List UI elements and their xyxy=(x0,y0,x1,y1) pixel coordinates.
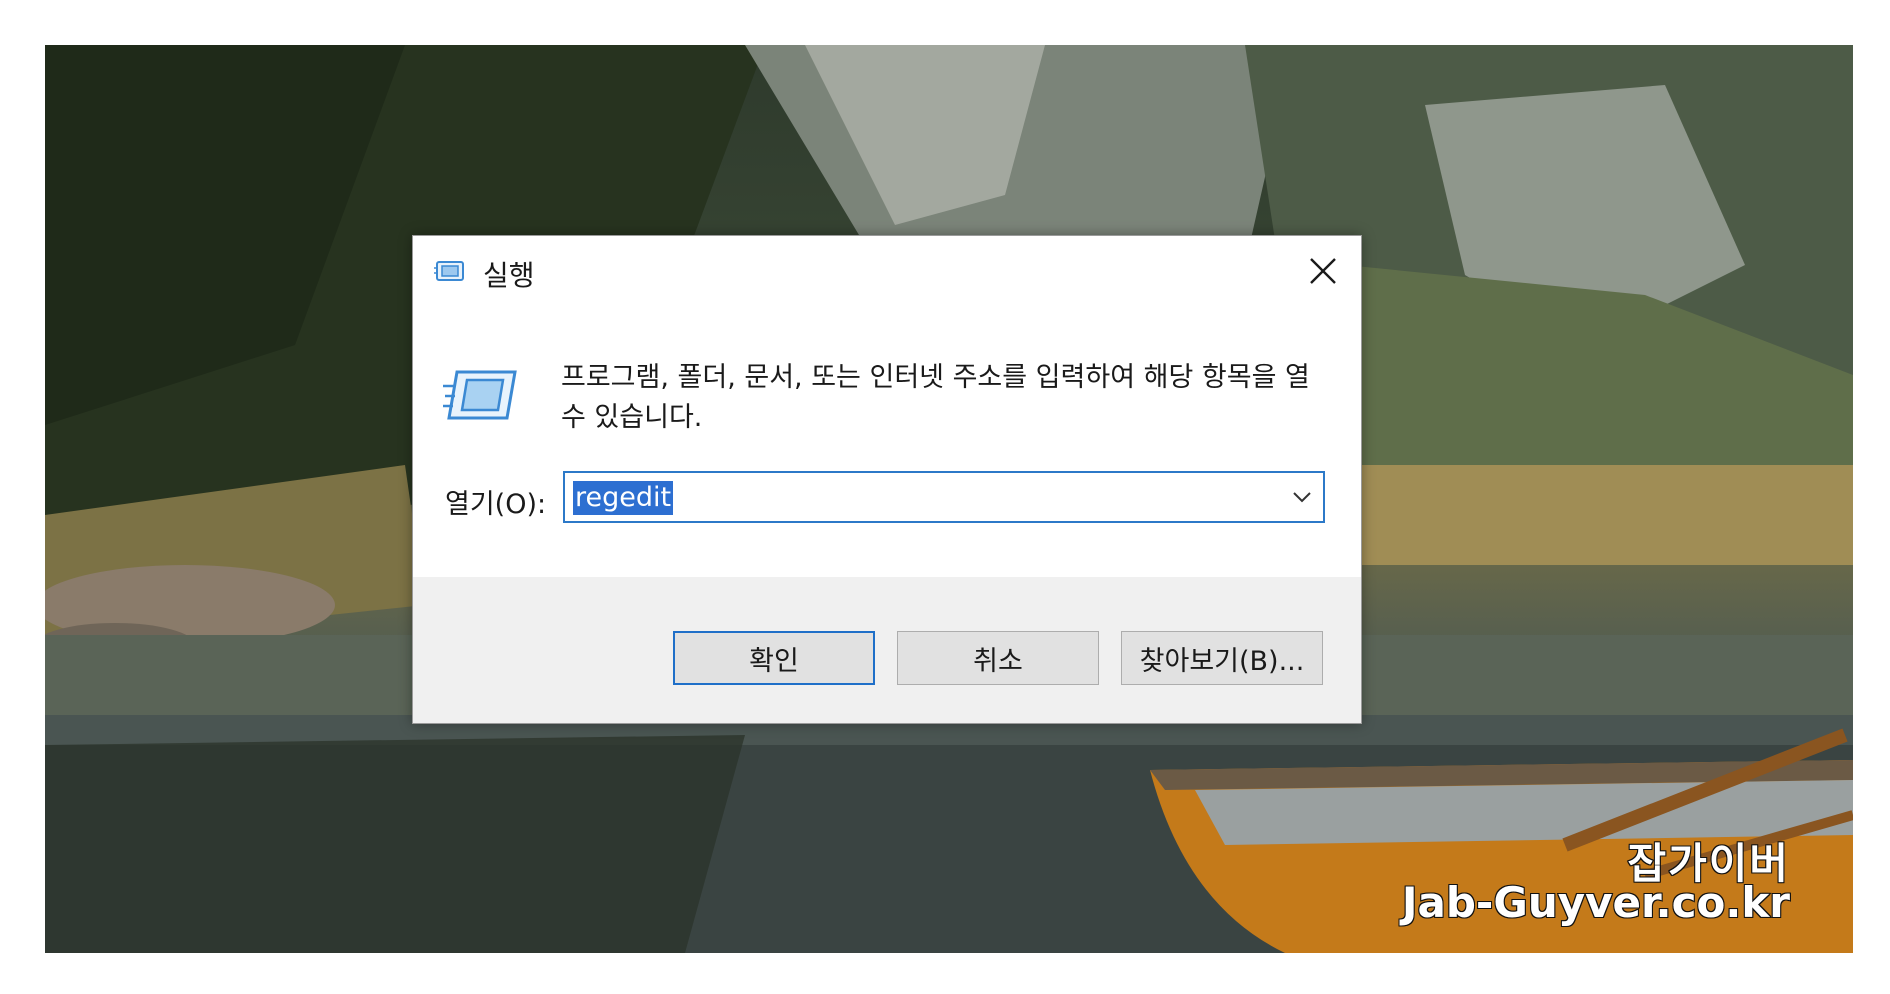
close-button[interactable] xyxy=(1299,248,1347,294)
open-label: 열기(O): xyxy=(445,489,547,520)
dialog-title: 실행 xyxy=(483,259,535,292)
open-input[interactable]: regedit xyxy=(573,481,674,515)
cancel-button[interactable]: 취소 xyxy=(897,631,1099,685)
open-combobox[interactable]: regedit xyxy=(563,471,1325,523)
chevron-down-icon[interactable] xyxy=(1289,485,1315,509)
button-bar: 확인 취소 찾아보기(B)... xyxy=(413,577,1361,723)
title-bar[interactable]: 실행 xyxy=(413,236,1361,308)
run-icon xyxy=(434,261,464,281)
screenshot-frame: 실행 프로그램, 폴더, 문서, 또는 인터넷 주소를 입력하여 해당 항목을 … xyxy=(0,0,1890,994)
close-icon xyxy=(1310,258,1336,284)
browse-button[interactable]: 찾아보기(B)... xyxy=(1121,631,1323,685)
watermark-url: Jab-Guyver.co.kr xyxy=(1401,877,1791,928)
run-program-icon xyxy=(443,370,517,420)
dialog-body: 프로그램, 폴더, 문서, 또는 인터넷 주소를 입력하여 해당 항목을 열 수… xyxy=(413,308,1361,577)
dialog-description: 프로그램, 폴더, 문서, 또는 인터넷 주소를 입력하여 해당 항목을 열 수… xyxy=(561,362,1310,433)
ok-button[interactable]: 확인 xyxy=(673,631,875,685)
run-dialog: 실행 프로그램, 폴더, 문서, 또는 인터넷 주소를 입력하여 해당 항목을 … xyxy=(412,235,1362,724)
